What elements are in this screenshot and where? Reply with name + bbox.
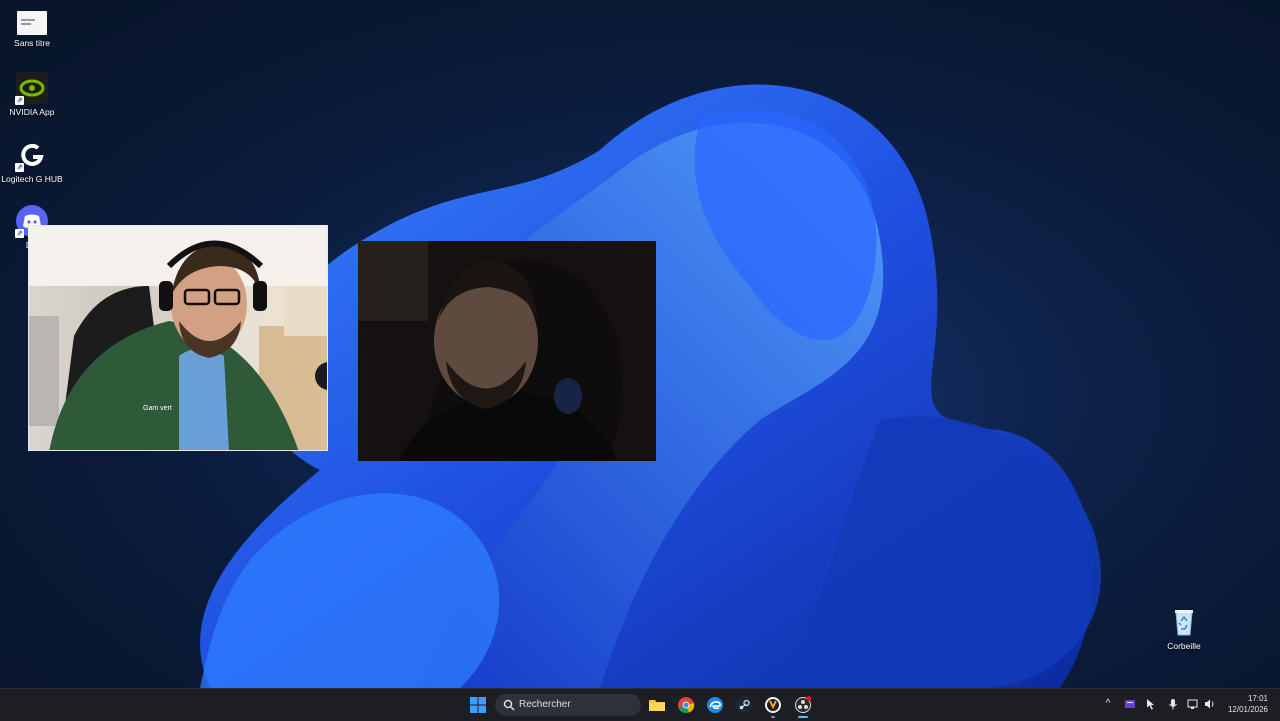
desktop-icon-corbeille[interactable]: Corbeille: [1152, 606, 1216, 651]
person-right-silhouette: [358, 241, 656, 461]
blank-document-icon: [17, 11, 47, 35]
webcam-feed-left: Gam vert: [28, 225, 328, 451]
shortcut-arrow-icon: ↗: [15, 163, 24, 172]
clock-date: 12/01/2026: [1227, 705, 1268, 714]
microphone-icon[interactable]: [1167, 698, 1179, 710]
clock-time: 17:01: [1247, 694, 1268, 703]
tray-app-icon[interactable]: [1124, 698, 1136, 710]
taskbar-search-box[interactable]: Rechercher: [495, 694, 641, 716]
shortcut-arrow-icon: ↗: [15, 229, 24, 238]
desktop-icon-logitech-g-hub[interactable]: ↗ Logitech G HUB: [0, 139, 64, 184]
webcam-feed-right: [358, 241, 656, 461]
person-left-silhouette: [29, 226, 327, 450]
logitech-g-icon: ↗: [15, 139, 48, 172]
shortcut-arrow-icon: ↗: [15, 96, 24, 105]
clock[interactable]: 17:01 12/01/2026: [1222, 694, 1268, 716]
desktop-icon-label: Sans titre: [14, 38, 50, 48]
network-icon[interactable]: [1187, 698, 1199, 710]
chrome-icon[interactable]: [677, 696, 695, 714]
cursor-icon[interactable]: [1145, 698, 1157, 710]
obs-icon[interactable]: [794, 696, 812, 718]
desktop-icon-label: Logitech G HUB: [1, 174, 63, 184]
search-icon: [503, 699, 515, 711]
overwatch-icon[interactable]: [764, 696, 782, 718]
shirt-logo-text: Gam vert: [143, 405, 172, 412]
steam-icon[interactable]: [735, 696, 753, 714]
edge-icon[interactable]: [706, 696, 724, 714]
file-explorer-icon[interactable]: [648, 696, 666, 714]
desktop-icon-nvidia-app[interactable]: ↗ NVIDIA App: [0, 72, 64, 117]
nvidia-icon: ↗: [15, 72, 48, 105]
search-placeholder: Rechercher: [519, 699, 571, 710]
volume-icon[interactable]: [1204, 698, 1216, 710]
desktop-icon-label: NVIDIA App: [9, 107, 55, 117]
chevron-up-icon[interactable]: ^: [1102, 698, 1114, 710]
desktop-icon-label: Corbeille: [1167, 641, 1201, 651]
desktop-icon-sans-titre[interactable]: Sans titre: [0, 11, 64, 48]
start-icon[interactable]: [469, 696, 487, 714]
taskbar: Rechercher ^ 17:01 12/01/2026: [0, 688, 1280, 721]
recycle-bin-icon: [1168, 606, 1200, 638]
